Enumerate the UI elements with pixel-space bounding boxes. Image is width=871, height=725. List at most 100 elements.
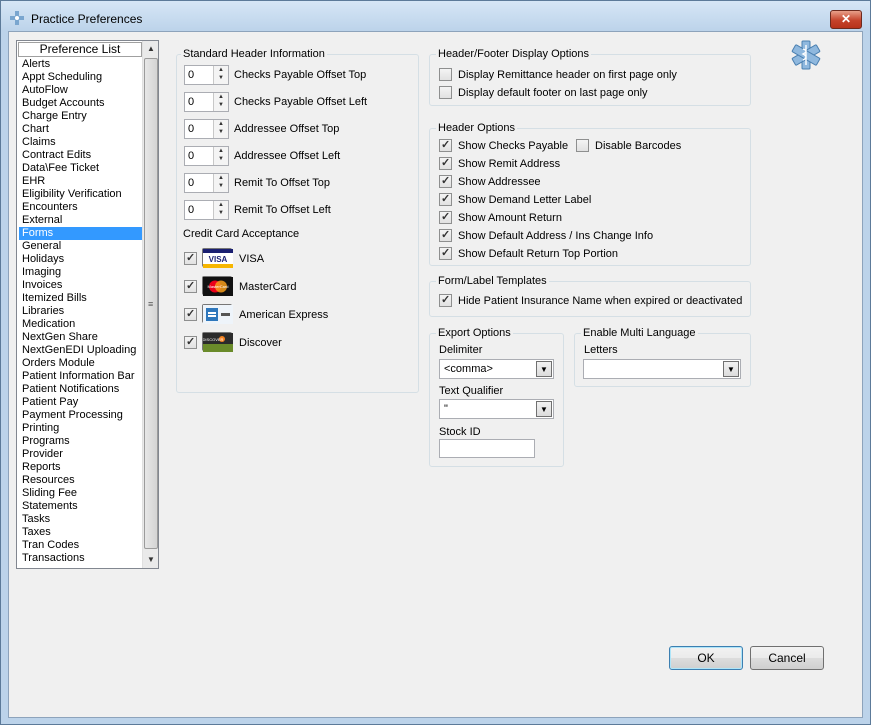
list-item[interactable]: NextGen Share (19, 331, 143, 344)
list-item[interactable]: Provider (19, 448, 143, 461)
hide-patient-insurance-checkbox[interactable] (439, 293, 452, 307)
list-item[interactable]: Transactions (19, 552, 143, 565)
spin-down-icon[interactable]: ▼ (218, 156, 224, 162)
preference-list[interactable]: Preference List Alerts Appt Scheduling Aut… (16, 40, 159, 569)
offset-spinner[interactable]: 0 ▲ ▼ (184, 146, 229, 166)
spinner-buttons[interactable]: ▲ ▼ (213, 174, 228, 192)
spin-down-icon[interactable]: ▼ (218, 129, 224, 135)
offset-spinner[interactable]: 0 ▲ ▼ (184, 119, 229, 139)
list-item[interactable]: Eligibility Verification (19, 188, 143, 201)
list-item[interactable]: Medication (19, 318, 143, 331)
list-item[interactable]: Patient Pay (19, 396, 143, 409)
spinner-value[interactable]: 0 (188, 204, 194, 216)
list-item[interactable]: Sliding Fee (19, 487, 143, 500)
header-option-checkbox[interactable] (439, 192, 452, 206)
scroll-up-arrow-icon[interactable]: ▲ (147, 44, 155, 53)
spinner-buttons[interactable]: ▲ ▼ (213, 120, 228, 138)
ok-button[interactable]: OK (669, 646, 743, 670)
spinner-buttons[interactable]: ▲ ▼ (213, 147, 228, 165)
spin-up-icon[interactable]: ▲ (218, 175, 224, 181)
list-item[interactable]: Alerts (19, 58, 143, 71)
list-item[interactable]: NextGenEDI Uploading (19, 344, 143, 357)
list-item[interactable]: Orders Module (19, 357, 143, 370)
list-item[interactable]: Appt Scheduling (19, 71, 143, 84)
spin-up-icon[interactable]: ▲ (218, 148, 224, 154)
spinner-value[interactable]: 0 (188, 123, 194, 135)
delimiter-select[interactable]: <comma> ▼ (439, 359, 554, 379)
list-item[interactable]: Printing (19, 422, 143, 435)
list-item[interactable]: AutoFlow (19, 84, 143, 97)
spin-down-icon[interactable]: ▼ (218, 210, 224, 216)
list-item[interactable]: External (19, 214, 143, 227)
list-item[interactable]: Patient Notifications (19, 383, 143, 396)
offset-spinner[interactable]: 0 ▲ ▼ (184, 65, 229, 85)
spinner-value[interactable]: 0 (188, 69, 194, 81)
offset-spinner[interactable]: 0 ▲ ▼ (184, 173, 229, 193)
header-option-checkbox[interactable] (439, 210, 452, 224)
list-item[interactable]: Payment Processing (19, 409, 143, 422)
chevron-down-icon[interactable]: ▼ (536, 401, 552, 417)
spin-down-icon[interactable]: ▼ (218, 183, 224, 189)
list-item[interactable]: EHR (19, 175, 143, 188)
list-item[interactable]: Libraries (19, 305, 143, 318)
spin-down-icon[interactable]: ▼ (218, 75, 224, 81)
chevron-down-icon[interactable]: ▼ (723, 361, 739, 377)
header-option-checkbox[interactable] (439, 138, 452, 152)
display-option-checkbox[interactable] (439, 86, 452, 99)
list-item[interactable]: Forms (19, 227, 143, 240)
card-checkbox[interactable] (184, 307, 197, 321)
header-option-checkbox[interactable] (439, 246, 452, 260)
display-option-checkbox[interactable] (439, 68, 452, 81)
list-item[interactable]: Chart (19, 123, 143, 136)
list-item[interactable]: Invoices (19, 279, 143, 292)
spin-up-icon[interactable]: ▲ (218, 94, 224, 100)
scroll-down-arrow-icon[interactable]: ▼ (147, 555, 155, 564)
preference-list-header[interactable]: Preference List (18, 42, 142, 57)
list-item[interactable]: Holidays (19, 253, 143, 266)
spin-up-icon[interactable]: ▲ (218, 202, 224, 208)
spin-down-icon[interactable]: ▼ (218, 102, 224, 108)
list-item[interactable]: Data\Fee Ticket (19, 162, 143, 175)
card-checkbox[interactable] (184, 279, 197, 293)
list-item[interactable]: Reports (19, 461, 143, 474)
cancel-button[interactable]: Cancel (750, 646, 824, 670)
header-option-checkbox[interactable] (439, 174, 452, 188)
spinner-value[interactable]: 0 (188, 96, 194, 108)
list-item[interactable]: Programs (19, 435, 143, 448)
disable-barcodes-checkbox[interactable] (576, 139, 589, 152)
offset-spinner[interactable]: 0 ▲ ▼ (184, 92, 229, 112)
spin-up-icon[interactable]: ▲ (218, 121, 224, 127)
close-button[interactable]: ✕ (830, 10, 862, 29)
list-item[interactable]: Itemized Bills (19, 292, 143, 305)
list-item[interactable]: Tran Codes (19, 539, 143, 552)
chevron-down-icon[interactable]: ▼ (536, 361, 552, 377)
text-qualifier-select[interactable]: " ▼ (439, 399, 554, 419)
letters-select[interactable]: ▼ (583, 359, 741, 379)
list-scrollbar[interactable]: ▲ ≡ ▼ (142, 41, 158, 568)
spin-up-icon[interactable]: ▲ (218, 67, 224, 73)
list-item[interactable]: Encounters (19, 201, 143, 214)
list-item[interactable]: Budget Accounts (19, 97, 143, 110)
list-item[interactable]: Patient Information Bar (19, 370, 143, 383)
card-checkbox[interactable] (184, 251, 197, 265)
list-item[interactable]: Tasks (19, 513, 143, 526)
list-item[interactable]: Taxes (19, 526, 143, 539)
header-option-checkbox[interactable] (439, 156, 452, 170)
spinner-buttons[interactable]: ▲ ▼ (213, 93, 228, 111)
spinner-value[interactable]: 0 (188, 150, 194, 162)
list-item[interactable]: General (19, 240, 143, 253)
list-item[interactable]: Resources (19, 474, 143, 487)
list-item[interactable]: Claims (19, 136, 143, 149)
spinner-buttons[interactable]: ▲ ▼ (213, 201, 228, 219)
list-item[interactable]: Imaging (19, 266, 143, 279)
card-checkbox[interactable] (184, 335, 197, 349)
list-item[interactable]: Charge Entry (19, 110, 143, 123)
spinner-buttons[interactable]: ▲ ▼ (213, 66, 228, 84)
list-item[interactable]: Contract Edits (19, 149, 143, 162)
offset-spinner[interactable]: 0 ▲ ▼ (184, 200, 229, 220)
scrollbar-thumb[interactable]: ≡ (144, 58, 158, 549)
list-item[interactable]: Statements (19, 500, 143, 513)
stock-id-input[interactable] (439, 439, 535, 458)
spinner-value[interactable]: 0 (188, 177, 194, 189)
header-option-checkbox[interactable] (439, 228, 452, 242)
